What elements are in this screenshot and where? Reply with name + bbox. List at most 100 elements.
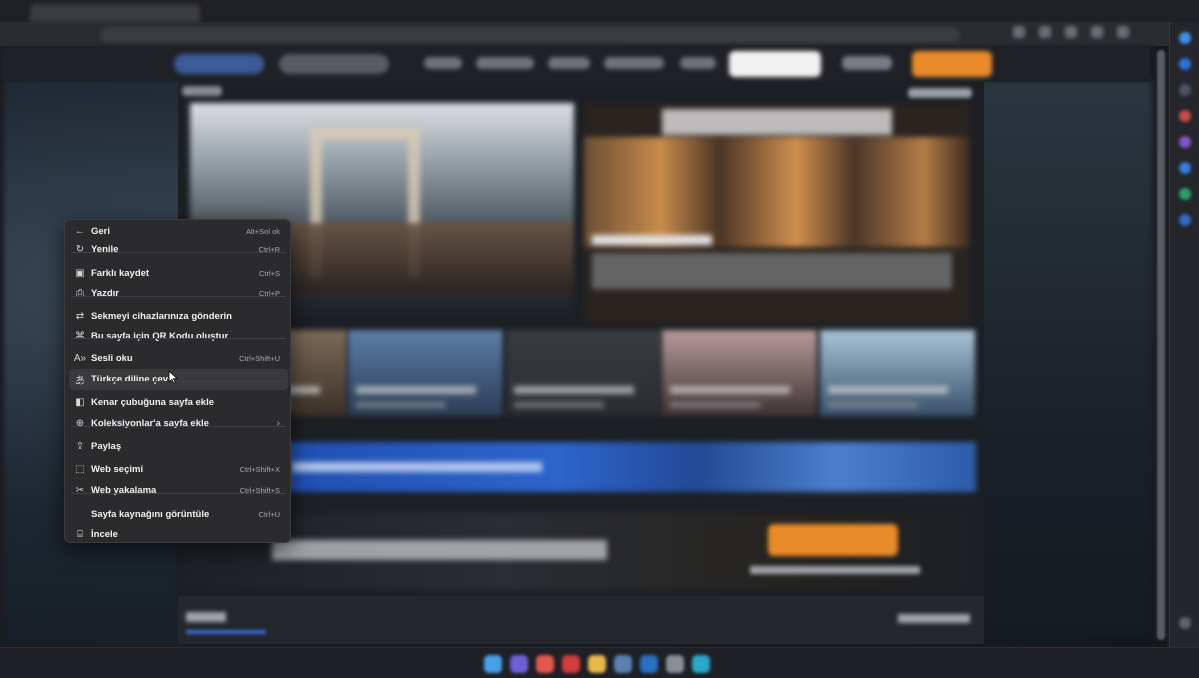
site-logo[interactable] (174, 54, 264, 74)
taskbar-app-icon[interactable] (588, 655, 606, 673)
collections-icon[interactable] (1065, 26, 1077, 38)
nav-link-support[interactable] (680, 57, 716, 69)
menu-item-label: Bu sayfa için QR Kodu oluştur (91, 331, 229, 342)
menu-item-share[interactable]: ⇪ Paylaş (69, 436, 288, 457)
menu-item-add-sidebar[interactable]: ◧ Kenar çubuğuna sayfa ekle (69, 392, 288, 413)
menu-item-read-aloud[interactable]: A» Sesli oku Ctrl+Shift+U (69, 348, 288, 369)
send-device-icon: ⇄ (75, 311, 85, 322)
sidebar-outlook-icon[interactable] (1179, 188, 1191, 200)
sidebar-search-icon[interactable] (1179, 32, 1191, 44)
submenu-chevron-icon: › (276, 418, 280, 429)
menu-item-send-tab[interactable]: ⇄ Sekmeyi cihazlarınıza gönderin (69, 306, 288, 327)
sidebar-drop-icon[interactable] (1179, 214, 1191, 226)
menu-item-shortcut: Ctrl+U (258, 510, 280, 519)
search-input[interactable] (729, 51, 821, 77)
extension-icon[interactable] (1013, 26, 1025, 38)
profile-icon[interactable] (1091, 26, 1103, 38)
menu-item-label: Yenile (91, 244, 119, 255)
menu-item-label: Sekmeyi cihazlarınıza gönderin (91, 311, 232, 322)
refresh-icon: ↻ (75, 244, 85, 255)
menu-separator (71, 426, 286, 427)
taskbar-app-icon[interactable] (640, 655, 658, 673)
nav-link-collections[interactable] (476, 57, 534, 69)
menu-item-label: Sesli oku (91, 353, 133, 364)
active-tab[interactable] (30, 4, 200, 22)
menu-item-shortcut: Ctrl+Shift+X (239, 465, 280, 474)
login-link[interactable] (842, 56, 892, 70)
menu-item-web-select[interactable]: ⬚ Web seçimi Ctrl+Shift+X (69, 459, 288, 480)
nav-link-community[interactable] (604, 57, 664, 69)
menu-item-qr-code[interactable]: ⌘ Bu sayfa için QR Kodu oluştur (69, 326, 288, 347)
section-heading (182, 86, 222, 96)
taskbar-app-icon[interactable] (562, 655, 580, 673)
menu-item-label: Web yakalama (91, 485, 157, 496)
article-card[interactable] (506, 330, 661, 416)
join-heading (272, 540, 607, 560)
taskbar-app-icon[interactable] (666, 655, 684, 673)
lower-section-link[interactable] (898, 614, 970, 623)
login-prompt[interactable] (750, 566, 920, 574)
sidebar-tools-icon[interactable] (1179, 110, 1191, 122)
edge-sidebar (1169, 22, 1199, 647)
article-card[interactable] (820, 330, 975, 416)
lower-section (178, 596, 984, 644)
article-card[interactable] (662, 330, 817, 416)
web-capture-icon: ✂ (75, 485, 85, 496)
settings-icon[interactable] (1117, 26, 1129, 38)
article-card[interactable] (348, 330, 503, 416)
back-arrow-icon: ← (75, 226, 85, 237)
taskbar-app-icon[interactable] (614, 655, 632, 673)
nav-link-media[interactable] (548, 57, 590, 69)
toolbar-icons[interactable] (1013, 26, 1129, 38)
hero-description (592, 253, 952, 289)
collections-icon: ⊕ (75, 418, 85, 429)
menu-item-label: Türkçe diline çevir (91, 374, 175, 385)
sidebar-office-icon[interactable] (1179, 162, 1191, 174)
menu-item-label: Geri (91, 226, 111, 237)
taskbar-app-icon[interactable] (692, 655, 710, 673)
hero-card-right[interactable] (584, 103, 970, 323)
lower-section-underline (186, 630, 266, 634)
translate-icon: あ (69, 372, 91, 387)
menu-item-add-collections[interactable]: ⊕ Koleksiyonlar'a sayfa ekle › (69, 413, 288, 434)
menu-item-save-as[interactable]: ▣ Farklı kaydet Ctrl+S (69, 263, 288, 284)
menu-separator (71, 338, 286, 339)
page-background-art (980, 80, 1152, 640)
web-select-icon: ⬚ (75, 464, 85, 475)
favorites-icon[interactable] (1039, 26, 1051, 38)
sidebar-copilot-icon[interactable] (1179, 58, 1191, 70)
start-icon[interactable] (484, 655, 502, 673)
menu-item-translate[interactable]: あTürkçe diline çevir (69, 369, 288, 390)
promo-banner[interactable] (280, 442, 976, 492)
nav-link-mods[interactable] (424, 57, 462, 69)
join-button[interactable] (768, 524, 898, 556)
scrollbar-thumb[interactable] (1157, 50, 1165, 640)
menu-item-web-capture[interactable]: ✂ Web yakalama Ctrl+Shift+S (69, 480, 288, 501)
taskbar-app-icon[interactable] (536, 655, 554, 673)
menu-item-refresh[interactable]: ↻ Yenile Ctrl+R (69, 239, 288, 260)
menu-separator (71, 381, 286, 382)
taskbar-app-icon[interactable] (510, 655, 528, 673)
view-all-link[interactable] (908, 88, 972, 98)
menu-item-view-source[interactable]: Sayfa kaynağını görüntüle Ctrl+U (69, 504, 288, 525)
page-scrollbar[interactable] (1155, 46, 1167, 648)
menu-item-label: Paylaş (91, 441, 122, 452)
site-navigation (4, 46, 1150, 82)
menu-item-print[interactable]: ⎙ Yazdır Ctrl+P (69, 283, 288, 304)
read-aloud-icon: A» (73, 353, 87, 364)
share-icon: ⇪ (75, 441, 85, 452)
sidebar-settings-icon[interactable] (1179, 617, 1191, 629)
menu-item-label: Yazdır (91, 288, 119, 299)
sidebar-games-icon[interactable] (1179, 136, 1191, 148)
game-selector[interactable] (279, 54, 389, 74)
sidebar-add-icon: ◧ (75, 397, 85, 408)
menu-item-label: Farklı kaydet (91, 268, 150, 279)
menu-item-label: Sayfa kaynağını görüntüle (91, 509, 210, 520)
address-bar[interactable] (100, 27, 960, 43)
mouse-cursor-icon (168, 370, 178, 384)
register-button[interactable] (912, 51, 992, 77)
menu-item-inspect[interactable]: ⌸ İncele (69, 524, 288, 545)
sidebar-shopping-icon[interactable] (1179, 84, 1191, 96)
menu-separator (71, 493, 286, 494)
hero-caption (592, 235, 712, 245)
